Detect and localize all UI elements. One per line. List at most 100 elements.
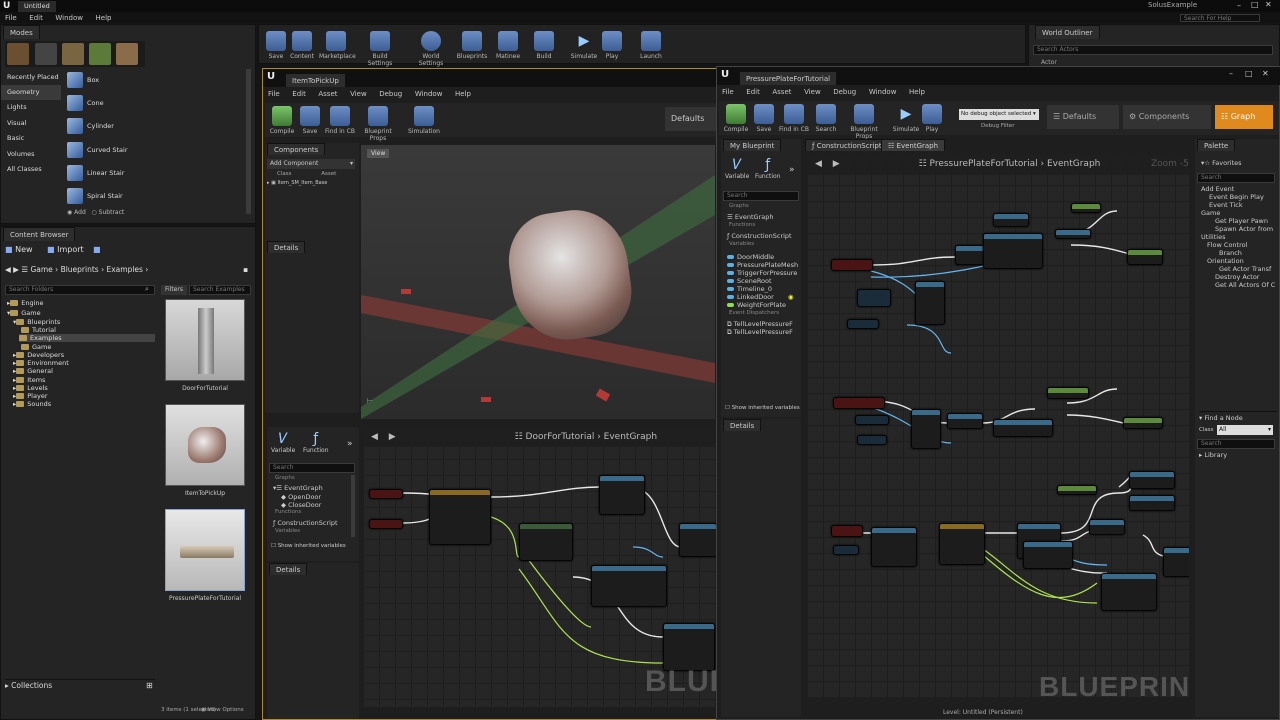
mode-graph-button[interactable]: ☷ Graph: [1215, 105, 1273, 129]
graph-node[interactable]: [1089, 519, 1125, 535]
mode-components-button[interactable]: ⚙ Components: [1123, 105, 1211, 129]
foliage-mode-icon[interactable]: [89, 43, 111, 65]
category-geometry[interactable]: Geometry: [1, 85, 61, 100]
menu-debug[interactable]: Debug: [828, 87, 861, 97]
save-button[interactable]: Save: [747, 104, 781, 133]
paint-mode-icon[interactable]: [35, 43, 57, 65]
toolbar-marketplace-button[interactable]: Marketplace: [319, 31, 356, 60]
menu-debug[interactable]: Debug: [374, 89, 407, 99]
menu-view[interactable]: View: [345, 89, 372, 99]
asset-door-for-tutorial[interactable]: [165, 299, 245, 381]
menu-edit[interactable]: Edit: [24, 13, 48, 24]
graph-node[interactable]: [871, 527, 917, 567]
function-construction-script[interactable]: ƒ ConstructionScript: [727, 232, 792, 240]
geometry-mode-icon[interactable]: [116, 43, 138, 65]
palette-destroy-actor[interactable]: Destroy Actor: [1215, 273, 1259, 281]
var-linked-door[interactable]: LinkedDoor ◉: [727, 293, 794, 301]
debug-object-select[interactable]: No debug object selected ▾: [959, 109, 1039, 120]
tab-palette[interactable]: Palette: [1197, 139, 1236, 151]
palette-search[interactable]: Search: [1197, 173, 1275, 183]
graph-node[interactable]: [833, 397, 885, 409]
tab-components[interactable]: Components: [267, 143, 326, 155]
graph-node[interactable]: [947, 413, 983, 429]
maximize-icon[interactable]: □: [1245, 69, 1253, 78]
graph-node[interactable]: [1057, 485, 1097, 495]
import-button[interactable]: ■ Import: [47, 245, 84, 254]
path-blueprints[interactable]: Blueprints: [61, 265, 99, 274]
place-spiral-stair[interactable]: Spiral Stair: [65, 185, 243, 207]
toolbar-build-settings-button[interactable]: Build Settings: [363, 31, 397, 67]
library-item[interactable]: ▸ Library: [1199, 451, 1227, 459]
palette-get-all-actors[interactable]: Get All Actors Of C: [1215, 281, 1275, 289]
tree-general[interactable]: ▸ General: [13, 367, 53, 375]
var-weight[interactable]: WeightForPlate: [727, 301, 786, 309]
tab-construction-script[interactable]: ƒ ConstructionScript: [805, 139, 889, 151]
search-assets-input[interactable]: Search Examples: [189, 285, 251, 295]
graph-node[interactable]: [831, 525, 863, 537]
search-button[interactable]: Search: [809, 104, 843, 133]
palette-branch[interactable]: Branch: [1219, 249, 1242, 257]
tree-engine[interactable]: ▸ Engine: [7, 299, 44, 307]
graph-node[interactable]: [857, 289, 891, 307]
tree-sounds[interactable]: ▸ Sounds: [13, 400, 51, 408]
mode-defaults-button[interactable]: ☰ Defaults: [1047, 105, 1119, 129]
more-icon[interactable]: »: [347, 439, 353, 449]
var-trigger[interactable]: TriggerForPressure: [727, 269, 797, 277]
graph-node[interactable]: [833, 545, 859, 555]
place-cylinder[interactable]: Cylinder: [65, 115, 243, 137]
place-linear-stair[interactable]: Linear Stair: [65, 162, 243, 184]
tree-environment[interactable]: ▸ Environment: [13, 359, 69, 367]
palette-event-begin-play[interactable]: Event Begin Play: [1209, 193, 1264, 201]
graph-node[interactable]: [1123, 417, 1163, 429]
radio-add[interactable]: ◉ Add: [67, 209, 86, 216]
search-actors-input[interactable]: Search Actors: [1033, 45, 1273, 55]
defaults-mode-button[interactable]: Defaults: [665, 107, 721, 131]
modes-scrollbar[interactable]: [246, 69, 251, 214]
tree-game-sub[interactable]: Game: [21, 343, 51, 351]
menu-file[interactable]: File: [717, 87, 739, 97]
show-inherited-checkbox[interactable]: ☐ Show inherited variables: [271, 543, 346, 549]
var-door-middle[interactable]: DoorMiddle: [727, 253, 774, 261]
level-tab[interactable]: Untitled: [18, 1, 56, 12]
place-curved-stair[interactable]: Curved Stair: [65, 139, 243, 161]
my-blueprint-scrollbar[interactable]: [351, 475, 355, 537]
add-function-button[interactable]: ƒ Function: [755, 157, 781, 180]
graph-node[interactable]: [1129, 471, 1175, 489]
graph-node[interactable]: [1163, 547, 1189, 577]
menu-view[interactable]: View: [799, 87, 826, 97]
graph-node[interactable]: [993, 419, 1053, 437]
graph-node[interactable]: [591, 565, 667, 607]
tab-event-graph[interactable]: ☷ EventGraph: [881, 139, 946, 151]
tab-modes[interactable]: Modes: [3, 25, 40, 39]
graph-node[interactable]: [679, 523, 717, 557]
category-volumes[interactable]: Volumes: [1, 147, 61, 162]
category-visual[interactable]: Visual: [1, 116, 61, 131]
save-button[interactable]: Save: [293, 106, 327, 135]
toolbar-launch-button[interactable]: Launch: [634, 31, 668, 60]
graph-node[interactable]: [1047, 387, 1089, 399]
minimize-icon[interactable]: –: [1237, 1, 1241, 10]
tab-details[interactable]: Details: [723, 419, 762, 431]
graph-node[interactable]: [993, 213, 1029, 227]
viewport[interactable]: View ⊢: [361, 145, 715, 419]
blueprint-props-button[interactable]: Blueprint Props: [847, 104, 881, 140]
lock-icon[interactable]: ▪: [243, 265, 248, 274]
menu-asset[interactable]: Asset: [767, 87, 796, 97]
add-component-dropdown[interactable]: Add Component ▾: [267, 159, 355, 169]
tree-examples[interactable]: Examples: [19, 334, 155, 342]
graph-node[interactable]: [599, 475, 645, 515]
minimize-icon[interactable]: –: [1229, 69, 1233, 78]
graph-node[interactable]: [1071, 203, 1101, 213]
close-icon[interactable]: ✕: [1262, 69, 1269, 78]
palette-get-player-pawn[interactable]: Get Player Pawn: [1215, 217, 1268, 225]
category-all-classes[interactable]: All Classes: [1, 162, 61, 177]
radio-subtract[interactable]: ○ Subtract: [92, 209, 125, 216]
public-eye-icon[interactable]: ◉: [788, 293, 794, 301]
tree-player[interactable]: ▸ Player: [13, 392, 48, 400]
graph-node[interactable]: [1055, 229, 1091, 239]
component-row[interactable]: ▸ ▣ Item_SM_Item_Base: [267, 180, 355, 186]
new-button[interactable]: ■ New: [5, 245, 33, 254]
tree-game[interactable]: ▾ Game: [7, 309, 41, 317]
tree-tutorial[interactable]: Tutorial: [21, 326, 56, 334]
path-game[interactable]: Game: [30, 265, 52, 274]
